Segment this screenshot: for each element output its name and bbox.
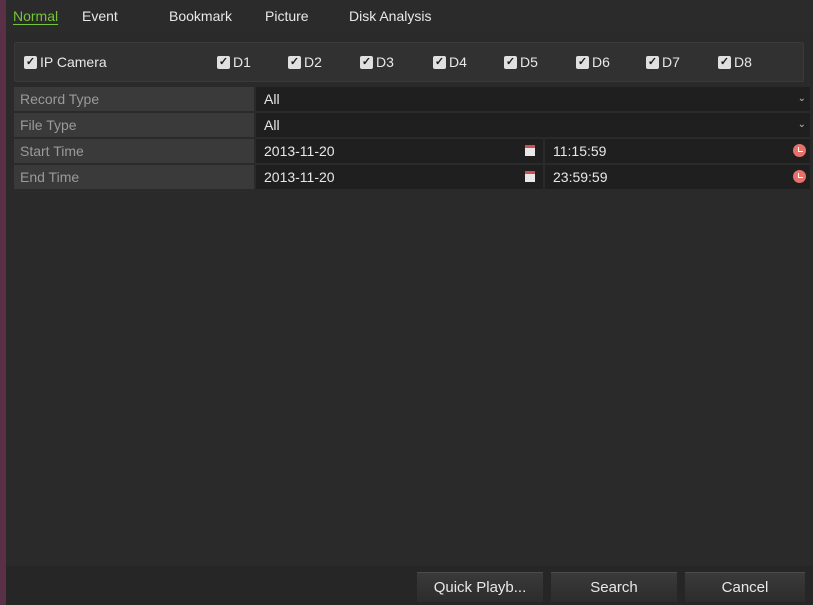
channel-d1-checkbox[interactable]: ✓ D1 xyxy=(217,54,251,70)
ip-camera-label: IP Camera xyxy=(40,54,107,70)
start-time-value: 11:15:59 xyxy=(553,143,607,159)
camera-selection-row: ✓ IP Camera ✓ D1 ✓ D2 ✓ D3 ✓ D4 ✓ D5 ✓ D… xyxy=(14,42,804,82)
file-type-value: All xyxy=(264,117,280,133)
checkmark-icon: ✓ xyxy=(504,55,517,69)
quick-playback-button[interactable]: Quick Playb... xyxy=(417,572,543,602)
chevron-down-icon: ⌄ xyxy=(797,93,806,104)
end-date-field[interactable]: 2013-11-20 xyxy=(256,165,543,189)
channel-label: D3 xyxy=(376,54,394,70)
record-type-select[interactable]: All ⌄ xyxy=(256,87,810,111)
clock-icon[interactable] xyxy=(793,170,806,183)
record-type-row: Record Type All ⌄ xyxy=(14,87,810,111)
checkmark-icon: ✓ xyxy=(433,55,446,69)
start-date-value: 2013-11-20 xyxy=(264,143,335,159)
channel-label: D8 xyxy=(734,54,752,70)
calendar-icon[interactable] xyxy=(525,145,535,156)
channel-label: D4 xyxy=(449,54,467,70)
tab-normal[interactable]: Normal xyxy=(13,8,58,24)
file-type-label: File Type xyxy=(14,113,254,137)
calendar-icon[interactable] xyxy=(525,171,535,182)
channel-label: D2 xyxy=(304,54,322,70)
tab-bar: Normal Event Bookmark Picture Disk Analy… xyxy=(6,0,813,32)
file-type-row: File Type All ⌄ xyxy=(14,113,810,137)
checkmark-icon: ✓ xyxy=(288,55,301,69)
ip-camera-checkbox[interactable]: ✓ IP Camera xyxy=(24,54,107,70)
start-date-field[interactable]: 2013-11-20 xyxy=(256,139,543,163)
search-window: Normal Event Bookmark Picture Disk Analy… xyxy=(6,0,813,605)
channel-d6-checkbox[interactable]: ✓ D6 xyxy=(576,54,610,70)
channel-d7-checkbox[interactable]: ✓ D7 xyxy=(646,54,680,70)
chevron-down-icon: ⌄ xyxy=(797,119,806,130)
end-date-value: 2013-11-20 xyxy=(264,169,335,185)
tab-bookmark[interactable]: Bookmark xyxy=(169,8,232,24)
record-type-value: All xyxy=(264,91,280,107)
cancel-button[interactable]: Cancel xyxy=(685,572,805,602)
start-time-field[interactable]: 11:15:59 xyxy=(545,139,810,163)
checkmark-icon: ✓ xyxy=(576,55,589,69)
channel-d2-checkbox[interactable]: ✓ D2 xyxy=(288,54,322,70)
channel-d8-checkbox[interactable]: ✓ D8 xyxy=(718,54,752,70)
checkmark-icon: ✓ xyxy=(360,55,373,69)
tab-disk-analysis[interactable]: Disk Analysis xyxy=(349,8,431,24)
tab-event[interactable]: Event xyxy=(82,8,118,24)
file-type-select[interactable]: All ⌄ xyxy=(256,113,810,137)
end-time-field[interactable]: 23:59:59 xyxy=(545,165,810,189)
channel-d4-checkbox[interactable]: ✓ D4 xyxy=(433,54,467,70)
channel-label: D5 xyxy=(520,54,538,70)
channel-d3-checkbox[interactable]: ✓ D3 xyxy=(360,54,394,70)
record-type-label: Record Type xyxy=(14,87,254,111)
channel-label: D7 xyxy=(662,54,680,70)
start-time-label: Start Time xyxy=(14,139,254,163)
search-form: Record Type All ⌄ File Type All ⌄ Start … xyxy=(14,87,810,191)
tab-picture[interactable]: Picture xyxy=(265,8,309,24)
checkmark-icon: ✓ xyxy=(24,55,37,69)
checkmark-icon: ✓ xyxy=(217,55,230,69)
channel-d5-checkbox[interactable]: ✓ D5 xyxy=(504,54,538,70)
end-time-value: 23:59:59 xyxy=(553,169,608,185)
channel-label: D1 xyxy=(233,54,251,70)
end-time-row: End Time 2013-11-20 23:59:59 xyxy=(14,165,810,189)
start-time-row: Start Time 2013-11-20 11:15:59 xyxy=(14,139,810,163)
checkmark-icon: ✓ xyxy=(646,55,659,69)
end-time-label: End Time xyxy=(14,165,254,189)
clock-icon[interactable] xyxy=(793,144,806,157)
channel-label: D6 xyxy=(592,54,610,70)
checkmark-icon: ✓ xyxy=(718,55,731,69)
button-bar: Quick Playb... Search Cancel xyxy=(6,566,813,605)
search-button[interactable]: Search xyxy=(551,572,677,602)
